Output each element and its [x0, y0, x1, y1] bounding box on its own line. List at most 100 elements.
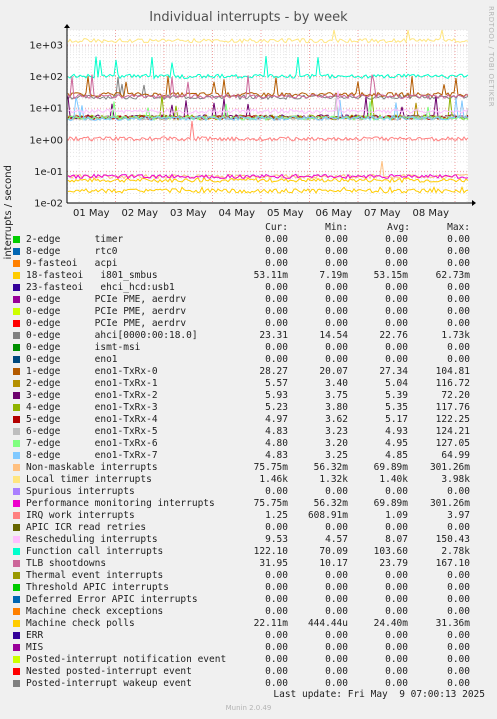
legend-row: MIS 0.00 0.00 0.00 0.00 [0, 642, 497, 654]
legend-cur-value: 0.00 [265, 654, 288, 665]
legend-max-value: 64.99 [441, 450, 470, 461]
legend-cur-value: 1.25 [265, 510, 288, 521]
legend-row: Machine check exceptions 0.00 0.00 0.00 0.00 [0, 606, 497, 618]
legend-min-value: 0.00 [325, 486, 348, 497]
legend-avg-value: 24.40m [373, 618, 408, 629]
legend-row: 0-edge PCIe PME, aerdrv 0.00 0.00 0.00 0.00 [0, 318, 497, 330]
legend-min-value: 0.00 [325, 294, 348, 305]
legend-series-name: 23-fasteoi ehci_hcd:usb1 [26, 282, 175, 293]
legend-swatch [13, 560, 20, 567]
legend-max-value: 0.00 [447, 630, 470, 641]
legend-max-value: 0.00 [447, 570, 470, 581]
legend-swatch [13, 428, 20, 435]
legend-series-name: 18-fasteoi i801_smbus [26, 270, 158, 281]
legend-swatch [13, 680, 20, 687]
legend-max-value: 0.00 [447, 234, 470, 245]
legend-series-name: 8-edge rtc0 [26, 246, 118, 257]
legend-swatch [13, 296, 20, 303]
legend-swatch [13, 260, 20, 267]
legend-swatch [13, 524, 20, 531]
legend-avg-value: 0.00 [385, 678, 408, 689]
chart-plot: 1e-02 1e-01 1e+00 1e+01 1e+02 1e+03 01 May 02 … [29, 24, 476, 219]
legend-cur-value: 5.93 [265, 390, 288, 401]
legend-series-name: 0-edge PCIe PME, aerdrv [26, 294, 187, 305]
legend-series-name: Spurious interrupts [26, 486, 135, 497]
legend-series-name: MIS [26, 642, 44, 653]
legend-swatch [13, 512, 20, 519]
legend-avg-value: 0.00 [385, 318, 408, 329]
legend-swatch [13, 356, 20, 363]
x-tick-label: 02 May [121, 208, 158, 219]
legend-row: Non-maskable interrupts 75.75m 56.32m 69.89… [0, 462, 497, 474]
legend-row: 6-edge eno1-TxRx-5 4.83 3.23 4.93 124.21 [0, 426, 497, 438]
legend-min-value: 0.00 [325, 606, 348, 617]
legend-avg-value: 0.00 [385, 630, 408, 641]
legend-avg-value: 0.00 [385, 582, 408, 593]
legend-series-name: TLB shootdowns [26, 558, 107, 569]
legend-row: Rescheduling interrupts 9.53 4.57 8.07 150.4… [0, 534, 497, 546]
legend-swatch [13, 608, 20, 615]
legend-avg-value: 0.00 [385, 606, 408, 617]
legend-swatch [13, 464, 20, 471]
legend-avg-value: 0.00 [385, 258, 408, 269]
legend-series-name: Nested posted-interrupt event [26, 666, 192, 677]
legend-swatch [13, 656, 20, 663]
legend-cur-value: 0.00 [265, 522, 288, 533]
legend-row: Thermal event interrupts 0.00 0.00 0.00 0.00 [0, 570, 497, 582]
y-tick-label: 1e-01 [34, 167, 63, 178]
legend-row: 4-edge eno1-TxRx-3 5.23 3.80 5.35 117.76 [0, 402, 497, 414]
legend-max-value: 127.05 [435, 438, 470, 449]
legend-series-name: 1-edge eno1-TxRx-0 [26, 366, 158, 377]
legend-series-name: Function call interrupts [26, 546, 164, 557]
legend-cur-value: 4.80 [265, 438, 288, 449]
legend-min-value: 444.44u [307, 618, 348, 629]
legend-cur-value: 4.83 [265, 426, 288, 437]
header-avg: Avg: [387, 222, 410, 233]
legend-cur-value: 23.31 [259, 330, 288, 341]
legend-series-name: Machine check polls [26, 618, 135, 629]
legend-max-value: 0.00 [447, 522, 470, 533]
legend-avg-value: 4.95 [385, 438, 408, 449]
legend-avg-value: 69.89m [373, 498, 408, 509]
legend-min-value: 3.80 [325, 402, 348, 413]
legend-min-value: 608.91m [307, 510, 348, 521]
legend-row: 9-fasteoi acpi 0.00 0.00 0.00 0.00 [0, 258, 497, 270]
legend-avg-value: 5.17 [385, 414, 408, 425]
y-axis-arrow [64, 24, 70, 28]
legend-max-value: 0.00 [447, 594, 470, 605]
legend-min-value: 3.23 [325, 426, 348, 437]
legend-series-name: 0-edge ismt-msi [26, 342, 141, 353]
legend-cur-value: 4.97 [265, 414, 288, 425]
legend-avg-value: 1.09 [385, 510, 408, 521]
legend-avg-value: 0.00 [385, 642, 408, 653]
legend-series-name: 0-edge PCIe PME, aerdrv [26, 318, 187, 329]
legend-swatch [13, 548, 20, 555]
legend-cur-value: 0.00 [265, 258, 288, 269]
legend-cur-value: 9.53 [265, 534, 288, 545]
legend-series-name: 0-edge eno1 [26, 354, 118, 365]
x-tick-labels: 01 May 02 May 03 May 04 May 05 May 06 May 07 M… [73, 208, 449, 219]
legend-min-value: 0.00 [325, 678, 348, 689]
legend-row: 0-edge PCIe PME, aerdrv 0.00 0.00 0.00 0.00 [0, 294, 497, 306]
legend-series-name: 2-edge eno1-TxRx-1 [26, 378, 158, 389]
legend-row: 3-edge eno1-TxRx-2 5.93 3.75 5.39 72.20 [0, 390, 497, 402]
legend-cur-value: 5.23 [265, 402, 288, 413]
legend-series-name: 7-edge eno1-TxRx-6 [26, 438, 158, 449]
legend-max-value: 0.00 [447, 582, 470, 593]
x-tick-label: 07 May [364, 208, 401, 219]
legend-row: Posted-interrupt notification event 0.00 0… [0, 654, 497, 666]
legend-swatch [13, 368, 20, 375]
header-min: Min: [325, 222, 348, 233]
legend-min-value: 10.17 [319, 558, 348, 569]
legend-series-name: 5-edge eno1-TxRx-4 [26, 414, 158, 425]
legend-swatch [13, 320, 20, 327]
legend-cur-value: 0.00 [265, 282, 288, 293]
legend-avg-value: 0.00 [385, 522, 408, 533]
legend-min-value: 3.25 [325, 450, 348, 461]
x-tick-label: 08 May [412, 208, 449, 219]
legend-cur-value: 0.00 [265, 486, 288, 497]
legend-avg-value: 4.85 [385, 450, 408, 461]
legend-avg-value: 1.40k [379, 474, 408, 485]
x-axis-arrow [472, 200, 476, 206]
legend-swatch [13, 332, 20, 339]
